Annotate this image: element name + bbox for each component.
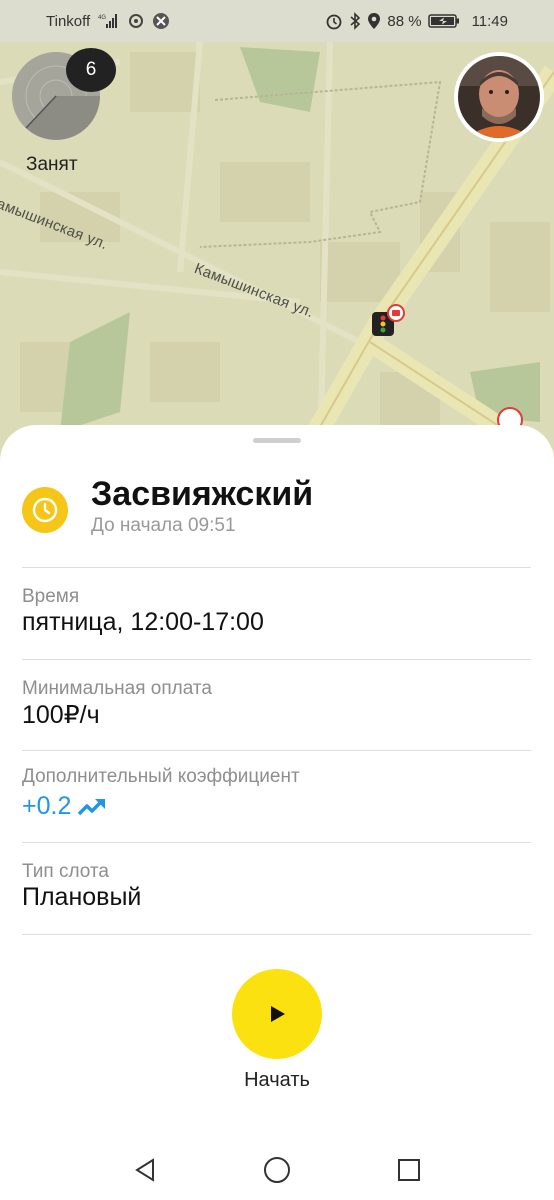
divider <box>22 567 531 568</box>
battery-icon <box>427 13 460 29</box>
avatar-photo <box>458 56 540 138</box>
avatar[interactable] <box>454 52 544 142</box>
network-type: 4G <box>98 15 106 21</box>
bluetooth-icon <box>349 12 361 30</box>
slot-details-sheet: Засвияжский До начала 09:51 Время пятниц… <box>0 425 554 1200</box>
min-pay-label: Минимальная оплата <box>22 678 212 699</box>
clock: 11:49 <box>471 12 508 30</box>
signal-icon: 4G <box>98 13 120 29</box>
divider <box>22 842 531 843</box>
recents-button[interactable] <box>389 1150 429 1190</box>
coef-value: +0.2 <box>22 792 72 820</box>
slot-type-label: Тип слота <box>22 861 109 882</box>
carrier-name: Tinkoff <box>46 12 91 30</box>
sync-icon <box>128 13 144 29</box>
slot-type-value: Плановый <box>22 883 142 911</box>
coef-label: Дополнительный коэффициент <box>22 766 300 787</box>
alarm-icon <box>325 12 343 30</box>
busy-counter-badge: 6 <box>66 48 116 92</box>
busy-status-label: Занят <box>26 154 78 175</box>
status-bar: Tinkoff 4G 88 % 11:49 <box>0 0 554 42</box>
start-label: Начать <box>244 1069 310 1091</box>
home-button[interactable] <box>257 1150 297 1190</box>
vpn-icon <box>152 12 170 30</box>
sheet-drag-handle[interactable] <box>253 438 301 443</box>
divider <box>22 750 531 751</box>
trending-up-icon <box>78 798 106 815</box>
system-nav-bar <box>0 1140 554 1200</box>
battery-percent: 88 % <box>387 12 422 30</box>
countdown-text: До начала 09:51 <box>91 515 236 536</box>
status-right: 88 % 11:49 <box>325 12 508 30</box>
clock-icon <box>22 487 68 533</box>
busy-count: 6 <box>85 59 97 80</box>
time-label: Время <box>22 586 80 607</box>
back-icon <box>135 1158 154 1182</box>
location-icon <box>367 12 381 30</box>
status-left: Tinkoff 4G <box>46 12 170 30</box>
divider <box>22 659 531 660</box>
time-value: пятница, 12:00-17:00 <box>22 608 264 636</box>
back-button[interactable] <box>125 1150 165 1190</box>
start-button[interactable] <box>232 969 322 1059</box>
home-icon <box>264 1157 290 1183</box>
min-pay-value: 100₽/ч <box>22 701 100 729</box>
coef-row: +0.2 <box>22 792 107 821</box>
divider <box>22 934 531 935</box>
play-icon <box>271 1006 285 1022</box>
recents-icon <box>398 1159 420 1181</box>
zone-title: Засвияжский <box>91 475 314 513</box>
